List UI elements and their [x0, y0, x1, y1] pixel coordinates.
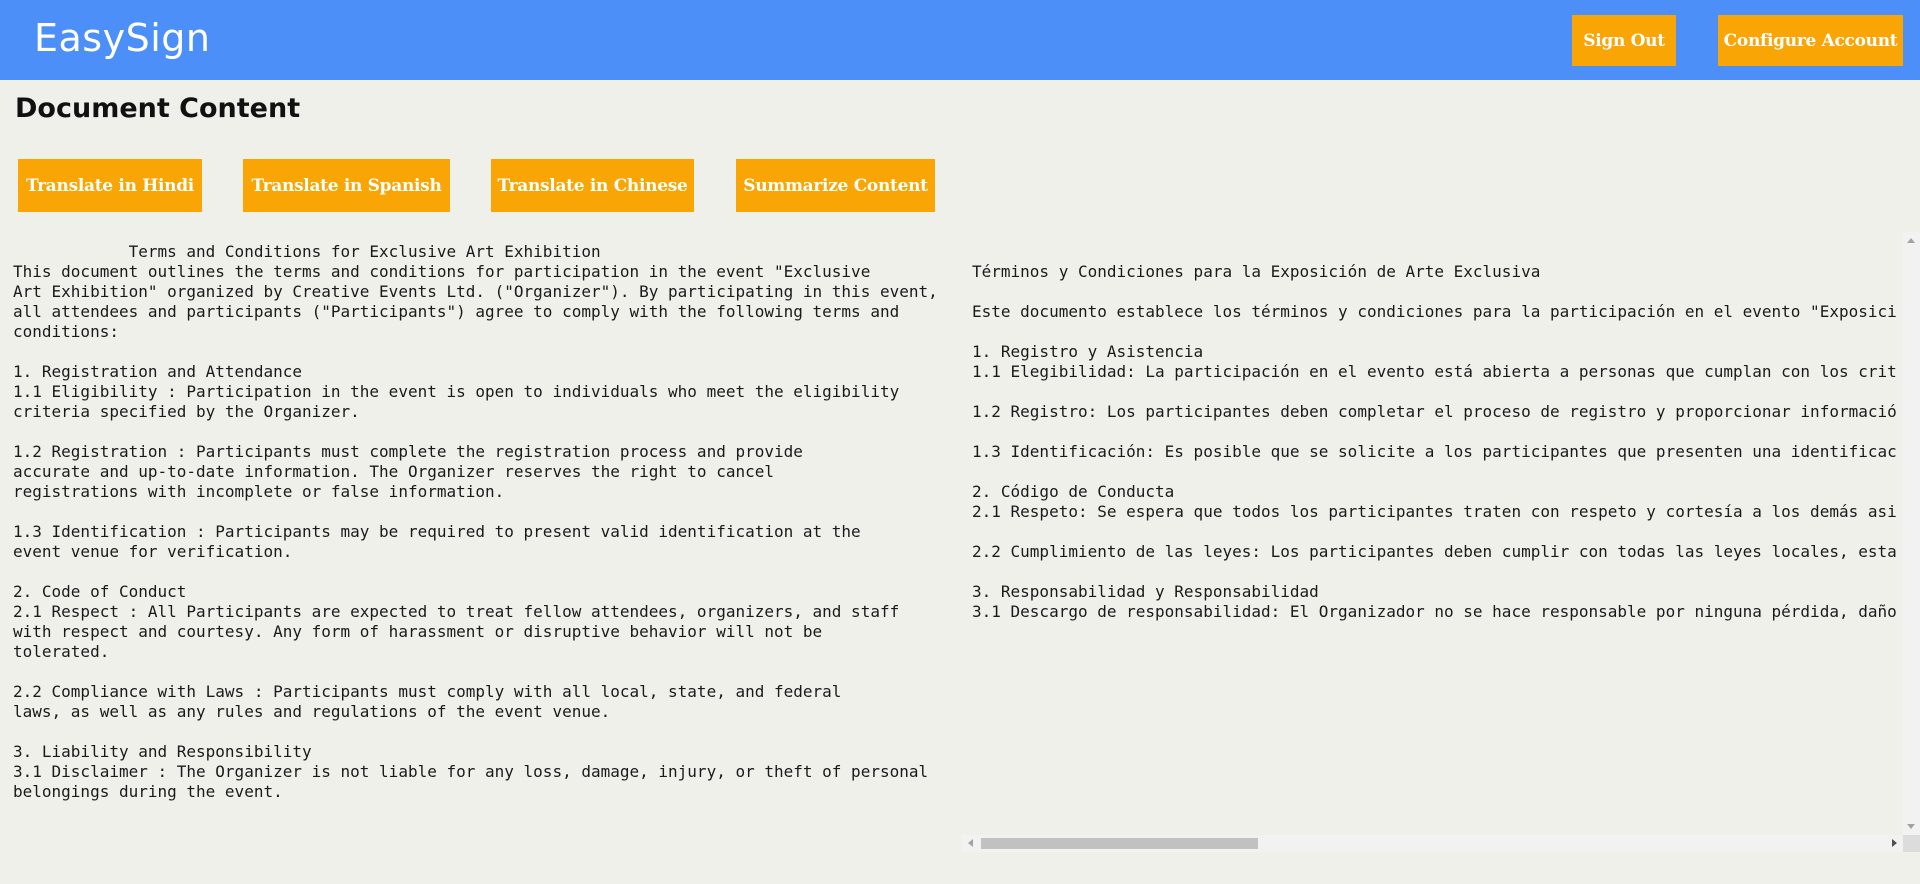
scroll-up-arrow-icon[interactable]: [1907, 238, 1915, 243]
scrollbar-corner: [1903, 835, 1920, 852]
horizontal-scrollbar-thumb[interactable]: [981, 838, 1258, 849]
translate-hindi-button[interactable]: Translate in Hindi: [18, 159, 202, 212]
configure-account-button[interactable]: Configure Account: [1718, 15, 1903, 66]
top-navigation-bar: EasySign Sign Out Configure Account: [0, 0, 1920, 80]
vertical-scrollbar[interactable]: [1903, 232, 1920, 835]
translate-chinese-button[interactable]: Translate in Chinese: [491, 159, 694, 212]
original-document-text: Terms and Conditions for Exclusive Art E…: [13, 242, 938, 801]
summarize-content-button[interactable]: Summarize Content: [736, 159, 935, 212]
brand-logo: EasySign: [34, 16, 211, 60]
translated-document-text: Términos y Condiciones para la Exposició…: [972, 262, 1897, 621]
translate-spanish-button[interactable]: Translate in Spanish: [243, 159, 450, 212]
scroll-left-arrow-icon[interactable]: [968, 839, 973, 847]
page-title: Document Content: [15, 93, 301, 124]
scroll-down-arrow-icon[interactable]: [1907, 824, 1915, 829]
horizontal-scrollbar[interactable]: [962, 835, 1903, 852]
original-document-panel: Terms and Conditions for Exclusive Art E…: [13, 242, 953, 822]
translated-document-viewport: Términos y Condiciones para la Exposició…: [972, 242, 1898, 827]
translated-document-panel[interactable]: Términos y Condiciones para la Exposició…: [962, 232, 1920, 852]
sign-out-button[interactable]: Sign Out: [1572, 15, 1676, 66]
scroll-right-arrow-icon[interactable]: [1892, 839, 1897, 847]
